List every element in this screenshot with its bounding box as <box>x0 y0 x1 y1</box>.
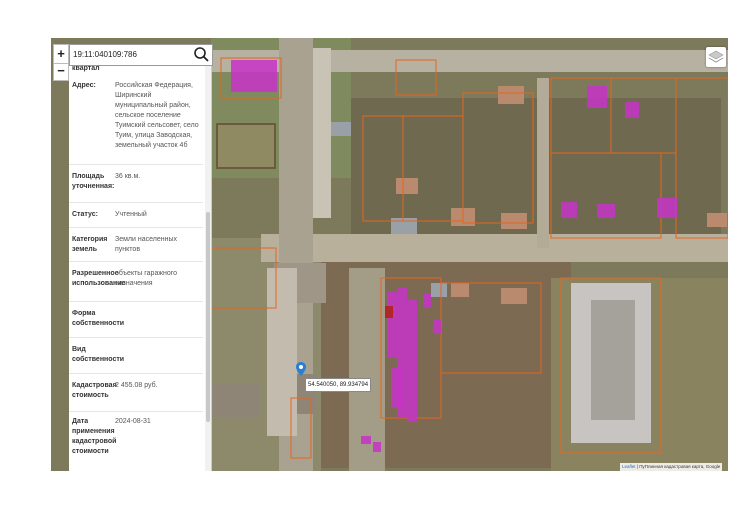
info-row-permitted-use: Разрешенное использование объекты гаражн… <box>69 261 203 302</box>
row-value: Земли населенных пунктов <box>115 236 178 253</box>
row-value: 2 455.08 руб. <box>115 382 158 389</box>
layers-icon <box>708 50 724 63</box>
search-bar <box>69 44 213 66</box>
attribution-link[interactable]: Leaflet <box>622 464 636 469</box>
info-row-ownership-type: Вид собственности <box>69 337 203 374</box>
info-row-address: Адрес: Российская Федерация, Ширинский м… <box>69 78 203 165</box>
row-label: Форма собственности <box>72 310 125 327</box>
row-value: Российская Федерация, Ширинский муниципа… <box>115 82 199 149</box>
info-row-category: Категория земель Земли населенных пункто… <box>69 227 203 262</box>
row-value: объекты гаражного назначения <box>115 270 178 287</box>
row-label: Кадастровая стоимость <box>72 382 117 399</box>
layers-button[interactable] <box>706 47 726 67</box>
zoom-out-button[interactable]: − <box>53 63 69 81</box>
map-attribution: Leaflet | ПуПлинная кадастровая карта, G… <box>620 463 723 471</box>
info-row-ownership-form: Форма собственности <box>69 301 203 338</box>
zoom-in-button[interactable]: + <box>53 44 69 64</box>
row-label: Категория земель <box>72 236 108 253</box>
row-value: 2024-08-31 <box>115 418 151 425</box>
info-row-cadastral-value: Кадастровая стоимость 2 455.08 руб. <box>69 373 203 412</box>
row-label: Вид собственности <box>72 346 125 363</box>
coordinates-label: 54.540050, 89.934794 <box>305 378 372 392</box>
info-row-status: Статус: Учтенный <box>69 202 203 228</box>
panel-scrollbar[interactable] <box>205 64 211 471</box>
map-marker-icon[interactable] <box>296 362 306 376</box>
row-label: Площадь уточненная: <box>72 173 115 190</box>
clipped-header: квартал <box>72 65 100 72</box>
row-label: Статус: <box>72 211 98 218</box>
row-label: Разрешенное использование <box>72 270 126 287</box>
row-value: 36 кв.м. <box>115 173 141 180</box>
row-label: Адрес: <box>72 82 96 89</box>
scroll-thumb[interactable] <box>206 212 210 422</box>
info-row-area: Площадь уточненная: 36 кв.м. <box>69 164 203 203</box>
search-input[interactable] <box>73 47 191 62</box>
info-row-valuation-date: Дата применения кадастровой стоимости 20… <box>69 411 203 471</box>
attribution-text: | ПуПлинная кадастровая карта, Google <box>636 464 721 469</box>
row-label: Дата применения кадастровой стоимости <box>72 418 117 455</box>
parcel-info-panel: квартал Адрес: Российская Федерация, Шир… <box>69 64 212 471</box>
search-icon[interactable] <box>193 46 210 63</box>
row-value: Учтенный <box>115 211 147 218</box>
